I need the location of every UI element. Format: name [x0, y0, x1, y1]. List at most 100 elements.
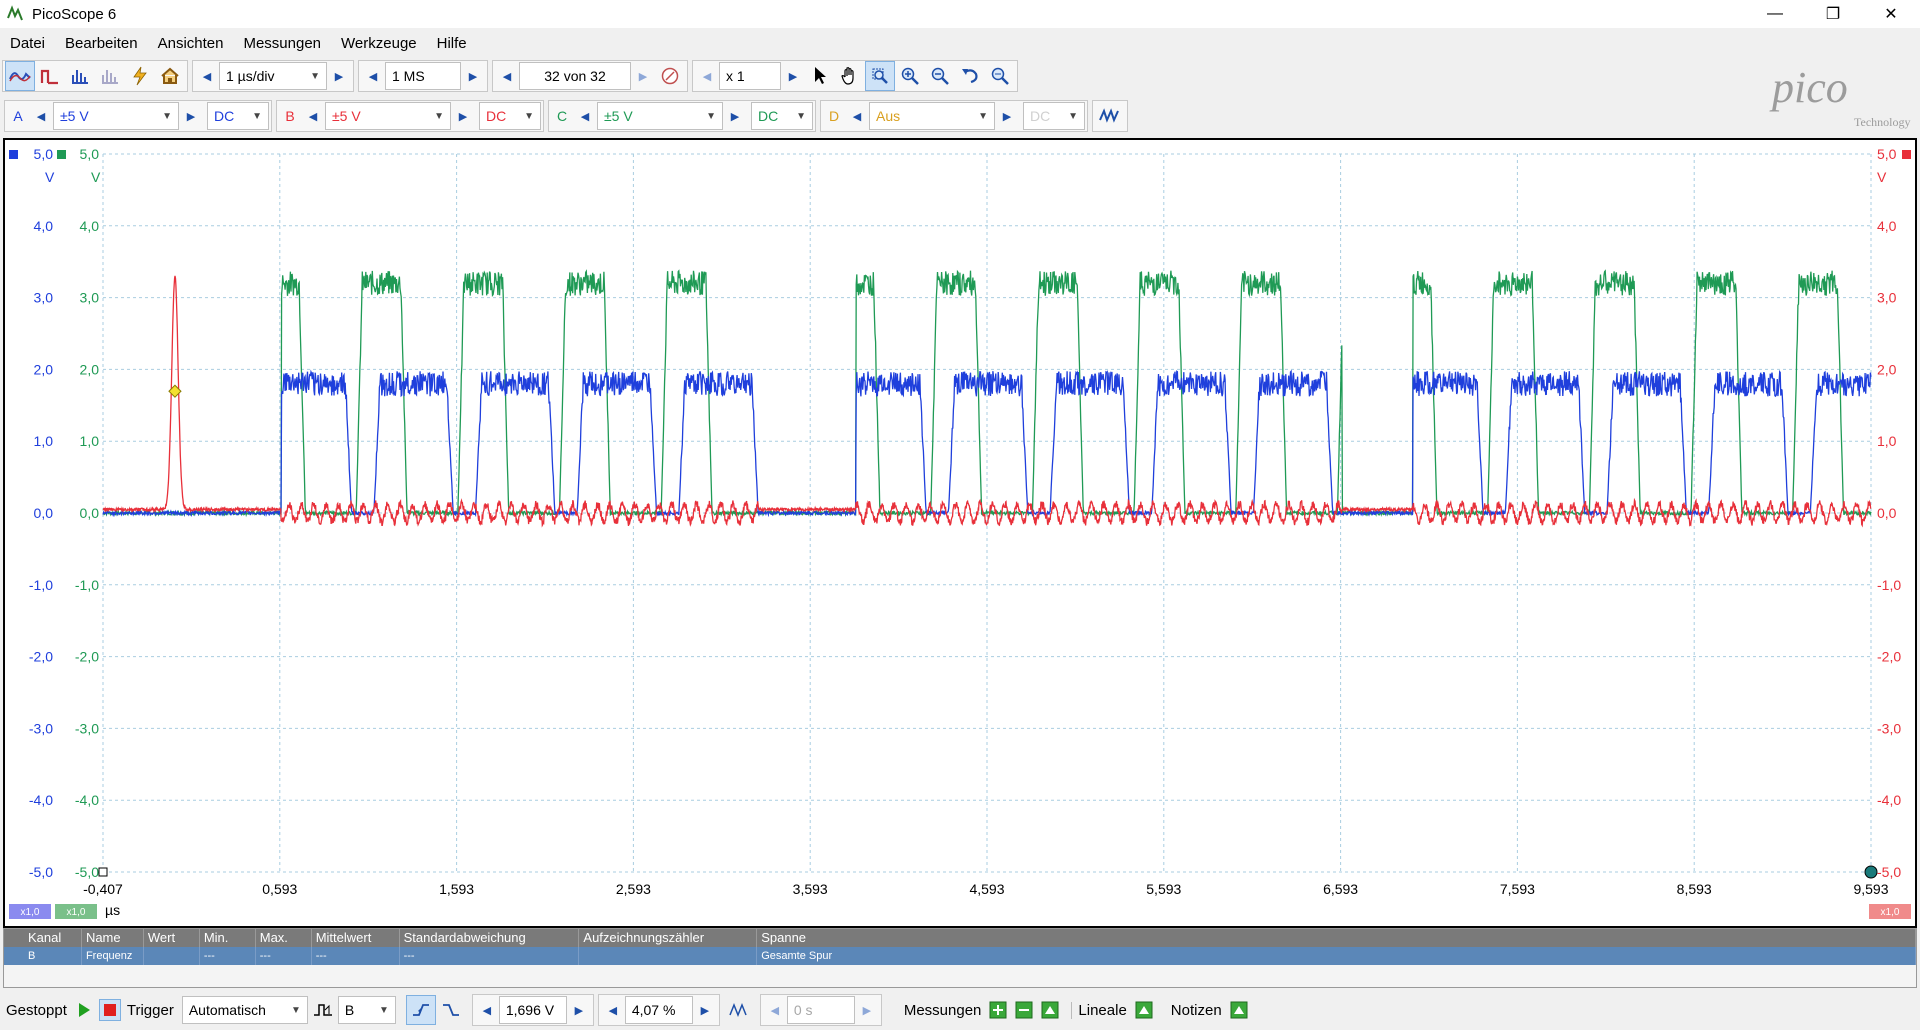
trigger-level-prev-button[interactable]: ◀	[475, 996, 499, 1024]
menu-datei[interactable]: Datei	[0, 35, 55, 52]
y-tick-label-b: -3,0	[1877, 720, 1901, 736]
capture-navigator-icon[interactable]	[655, 61, 685, 91]
timebase-select[interactable]: 1 µs/div ▼	[219, 62, 327, 90]
pointer-icon[interactable]	[805, 61, 835, 91]
add-measurement-icon[interactable]	[987, 999, 1009, 1021]
close-button[interactable]: ✕	[1862, 0, 1920, 28]
samples-prev-button[interactable]: ◀	[361, 62, 385, 90]
samples-value: 1 MS	[392, 68, 425, 84]
timebase-next-button[interactable]: ▶	[327, 62, 351, 90]
channel-a-range-select[interactable]: ±5 V ▼	[53, 102, 179, 130]
stop-button[interactable]	[98, 999, 121, 1021]
spectrum-mode-icon[interactable]	[65, 61, 95, 91]
channel-c-coupling-select[interactable]: DC ▼	[751, 102, 813, 130]
timebase-prev-button[interactable]: ◀	[195, 62, 219, 90]
x-tick-label: 2,593	[616, 881, 651, 897]
menu-hilfe[interactable]: Hilfe	[427, 35, 477, 52]
range-value: Aus	[876, 108, 901, 124]
maximize-button[interactable]: ❐	[1804, 0, 1862, 28]
channel-b-range-prev-button[interactable]: ◀	[301, 102, 325, 130]
zoom-prev-button[interactable]: ◀	[695, 62, 719, 90]
trigger-level-field[interactable]: 1,696 V	[498, 996, 567, 1024]
menu-ansichten[interactable]: Ansichten	[148, 35, 234, 52]
start-button[interactable]	[73, 999, 95, 1021]
samples-field[interactable]: 1 MS	[385, 62, 461, 90]
channel-b-range-select[interactable]: ±5 V ▼	[325, 102, 451, 130]
rising-edge-icon[interactable]	[405, 995, 436, 1025]
undo-zoom-icon[interactable]	[955, 61, 985, 91]
menu-bearbeiten[interactable]: Bearbeiten	[55, 35, 148, 52]
samples-next-button[interactable]: ▶	[461, 62, 485, 90]
xy-mode-icon[interactable]	[95, 61, 125, 91]
capture-field[interactable]: 32 von 32	[519, 62, 631, 90]
zoom-out-icon[interactable]	[925, 61, 955, 91]
scale-label-b: x1,0	[1881, 907, 1900, 918]
channel-c-label[interactable]: C	[551, 108, 573, 124]
rulers-icon[interactable]	[1133, 999, 1155, 1021]
table-header-cell[interactable]: Min.	[200, 929, 256, 947]
auto-setup-icon[interactable]	[125, 61, 155, 91]
channel-a-label[interactable]: A	[7, 108, 29, 124]
remove-measurement-icon[interactable]	[1013, 999, 1035, 1021]
table-row[interactable]: B Frequenz --- --- --- --- Gesamte Spur	[4, 947, 1916, 965]
channel-d-range-select[interactable]: Aus ▼	[869, 102, 995, 130]
y-tick-label-c: 4,0	[80, 218, 100, 234]
table-header-cell[interactable]: Aufzeichnungszähler	[579, 929, 758, 947]
persistence-mode-icon[interactable]	[35, 61, 65, 91]
pre-trigger-next-button[interactable]: ▶	[693, 996, 717, 1024]
zoom-in-icon[interactable]	[895, 61, 925, 91]
zoom-next-button[interactable]: ▶	[781, 62, 805, 90]
edit-measurement-icon[interactable]	[1039, 999, 1061, 1021]
channel-a-range-next-button[interactable]: ▶	[179, 102, 203, 130]
channel-d-label[interactable]: D	[823, 108, 845, 124]
channel-a-coupling-select[interactable]: DC ▼	[207, 102, 269, 130]
channel-d-coupling-select[interactable]: DC ▼	[1023, 102, 1085, 130]
trigger-mode-select[interactable]: Automatisch ▼	[181, 996, 308, 1024]
delay-field[interactable]: 0 s	[786, 996, 855, 1024]
menu-werkzeuge[interactable]: Werkzeuge	[331, 35, 427, 52]
channel-c-range-select[interactable]: ±5 V ▼	[597, 102, 723, 130]
zoom-select-icon[interactable]	[865, 61, 895, 91]
channel-d-range-prev-button[interactable]: ◀	[845, 102, 869, 130]
pre-trigger-prev-button[interactable]: ◀	[601, 996, 625, 1024]
zoom-overview-icon[interactable]	[985, 61, 1015, 91]
delay-next-button[interactable]: ▶	[855, 996, 879, 1024]
menu-messungen[interactable]: Messungen	[233, 35, 331, 52]
falling-edge-icon[interactable]	[436, 995, 466, 1025]
pre-trigger-field[interactable]: 4,07 %	[624, 996, 693, 1024]
table-header-cell[interactable]: Max.	[256, 929, 312, 947]
hand-icon[interactable]	[835, 61, 865, 91]
home-icon[interactable]	[155, 61, 185, 91]
channel-c-range-prev-button[interactable]: ◀	[573, 102, 597, 130]
scope-view[interactable]: 5,0 5,0 5,0 4,0 4,0 4,0 3,0 3,0 3,0 2,0 2,0 2,0 1,0 1…	[3, 138, 1917, 928]
channel-a-range-prev-button[interactable]: ◀	[29, 102, 53, 130]
chevron-down-icon: ▼	[378, 1004, 389, 1016]
table-header-cell[interactable]: Wert	[144, 929, 200, 947]
chevron-down-icon: ▼	[290, 1004, 301, 1016]
rulers-label: Lineale	[1071, 1001, 1132, 1019]
trigger-source-select[interactable]: B ▼	[337, 996, 396, 1024]
channel-c-range-next-button[interactable]: ▶	[723, 102, 747, 130]
table-header-cell[interactable]: Standardabweichung	[400, 929, 580, 947]
capture-next-button[interactable]: ▶	[631, 62, 655, 90]
minimize-button[interactable]: —	[1746, 0, 1804, 28]
table-header-cell[interactable]: Mittelwert	[312, 929, 400, 947]
math-channel-icon[interactable]	[1095, 101, 1125, 131]
delay-prev-button[interactable]: ◀	[763, 996, 787, 1024]
notes-icon[interactable]	[1228, 999, 1250, 1021]
channel-b-range-next-button[interactable]: ▶	[451, 102, 475, 130]
table-header-cell[interactable]: Spanne	[757, 929, 1916, 947]
zoom-field[interactable]: x 1	[719, 62, 781, 90]
capture-prev-button[interactable]: ◀	[495, 62, 519, 90]
table-header-cell[interactable]: Name	[82, 929, 144, 947]
scope-plot[interactable]: 5,0 5,0 5,0 4,0 4,0 4,0 3,0 3,0 3,0 2,0 2,0 2,0 1,0 1…	[5, 140, 1915, 926]
table-header-cell[interactable]: Kanal	[4, 929, 82, 947]
channel-d-range-next-button[interactable]: ▶	[995, 102, 1019, 130]
channel-b-coupling-select[interactable]: DC ▼	[479, 102, 541, 130]
table-cell: Gesamte Spur	[757, 947, 1916, 965]
trigger-type-icon[interactable]	[308, 995, 338, 1025]
advanced-trigger-icon[interactable]	[724, 995, 754, 1025]
channel-b-label[interactable]: B	[279, 108, 301, 124]
scope-mode-icon[interactable]	[5, 61, 35, 91]
trigger-level-next-button[interactable]: ▶	[567, 996, 591, 1024]
